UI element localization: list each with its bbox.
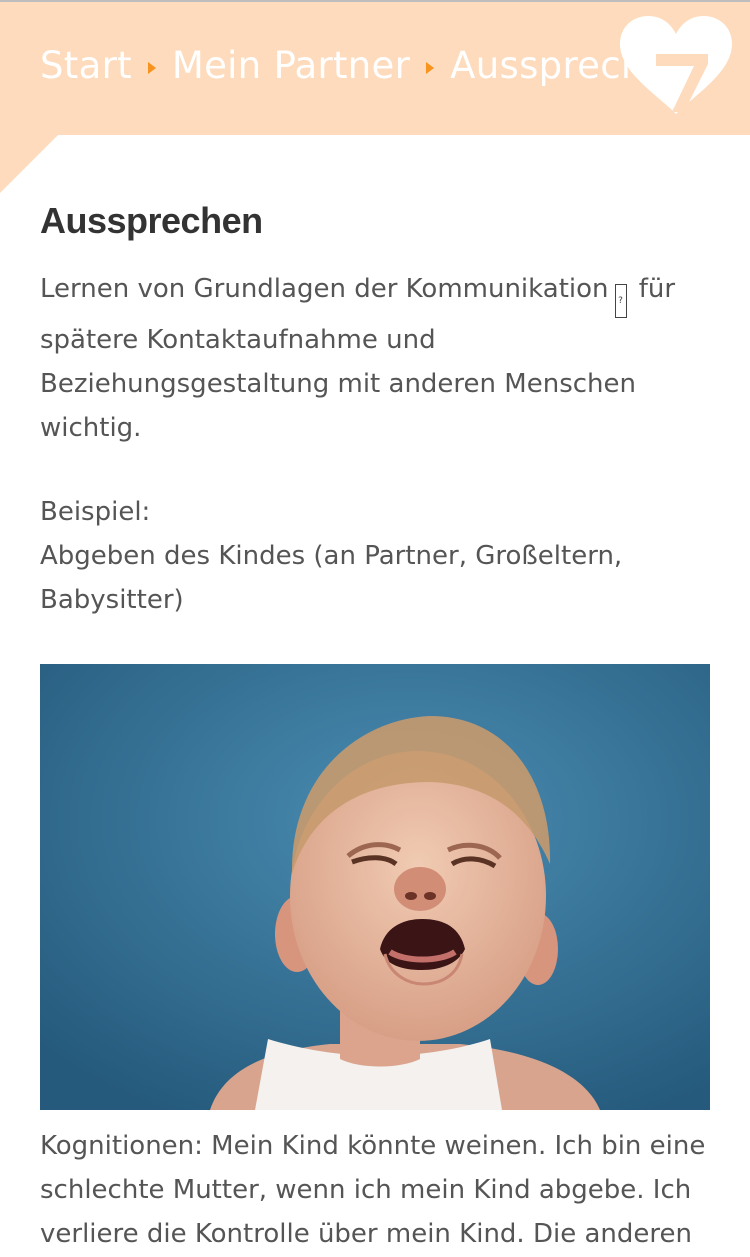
example-label: Beispiel: xyxy=(40,497,151,527)
crying-baby-photo xyxy=(40,664,710,1110)
breadcrumb-separator-icon xyxy=(147,62,156,74)
header-fold xyxy=(0,135,58,193)
example-paragraph: Beispiel: Abgeben des Kindes (an Partner,… xyxy=(40,490,710,622)
heart-7-logo-icon[interactable] xyxy=(616,14,736,118)
example-text: Abgeben des Kindes (an Partner, Großelte… xyxy=(40,541,623,615)
page-header: Start Mein Partner Aussprechen xyxy=(0,2,750,135)
breadcrumb-mein-partner[interactable]: Mein Partner xyxy=(172,44,410,87)
page-title: Aussprechen xyxy=(40,200,263,241)
breadcrumb-separator-icon xyxy=(426,62,435,74)
intro-paragraph: Lernen von Grundlagen der Kommunikation?… xyxy=(40,267,710,450)
article: Aussprechen Lernen von Grundlagen der Ko… xyxy=(40,195,710,1256)
image-caption: Kognitionen: Mein Kind könnte weinen. Ic… xyxy=(40,1131,706,1249)
missing-glyph-icon: ? xyxy=(614,284,627,318)
intro-text-start: Lernen von Grundlagen der Kommunikation xyxy=(40,274,609,304)
breadcrumb-start[interactable]: Start xyxy=(40,44,132,87)
breadcrumb: Start Mein Partner Aussprechen xyxy=(40,40,691,90)
